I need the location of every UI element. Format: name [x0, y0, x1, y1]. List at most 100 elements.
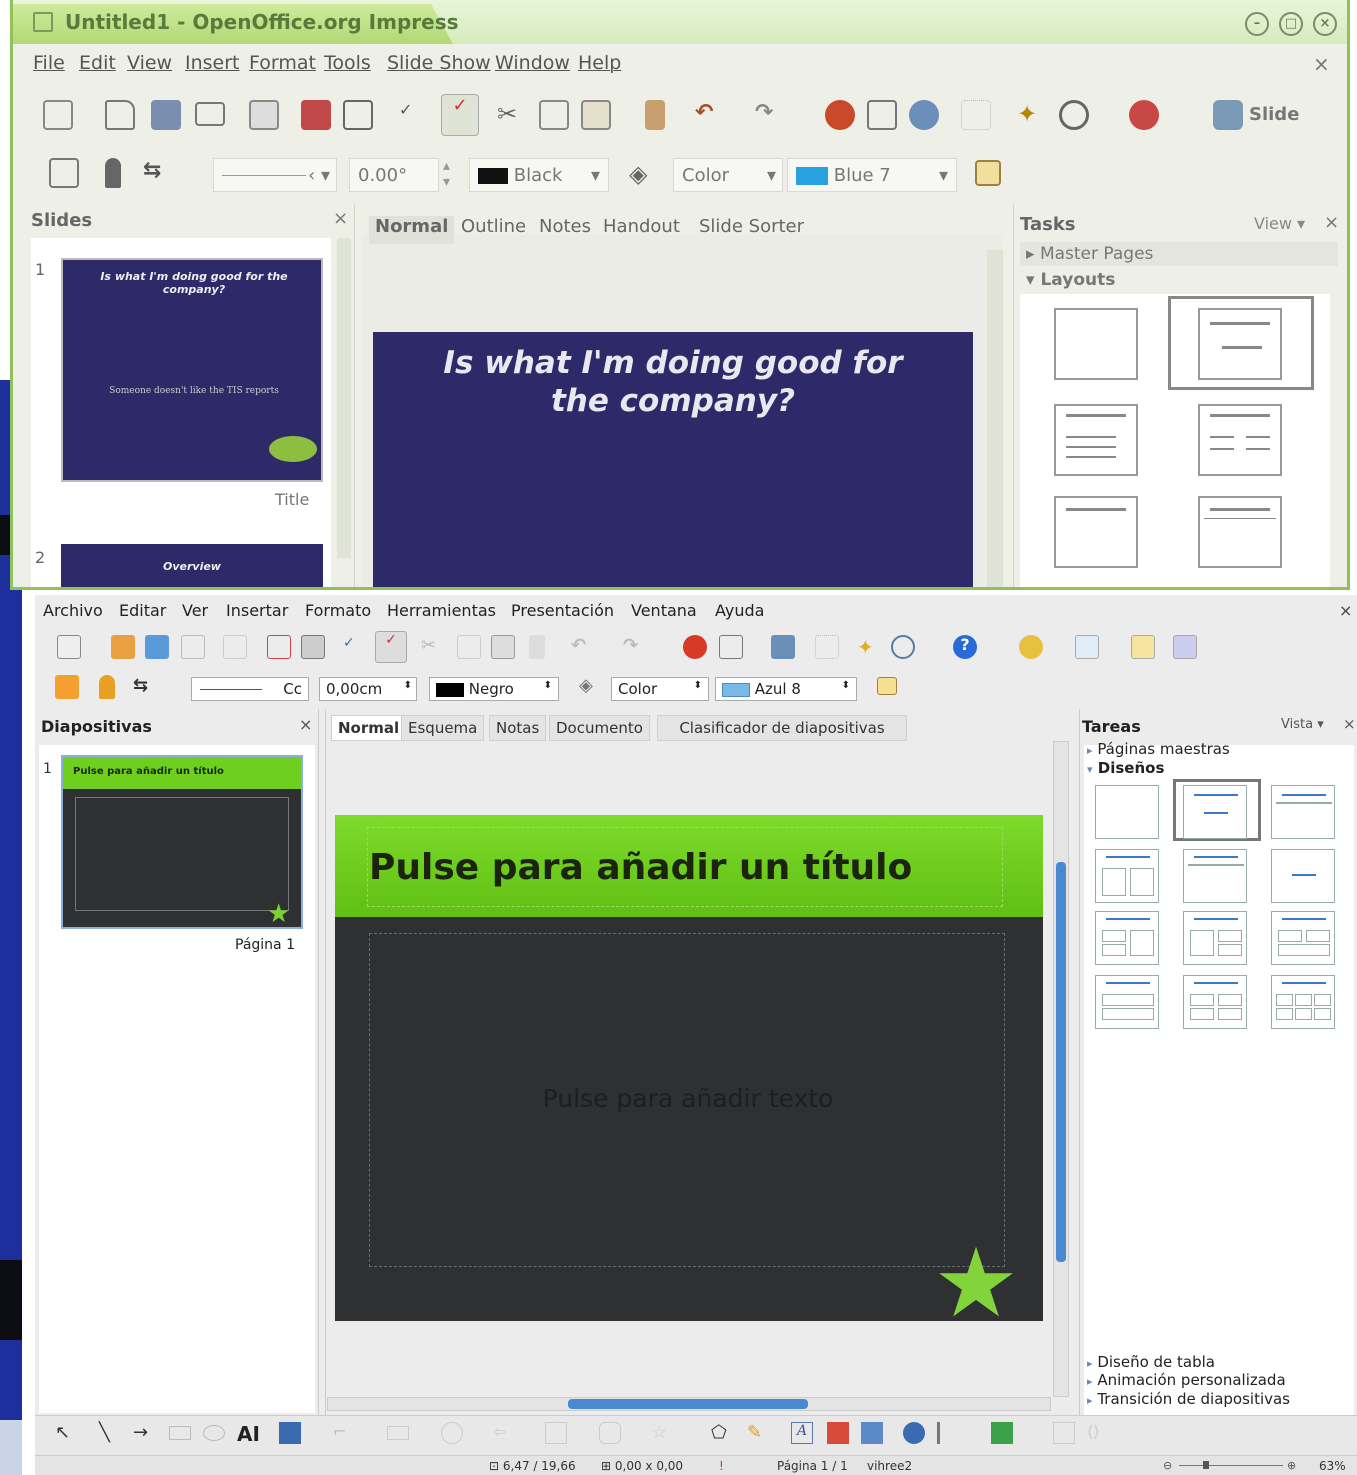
tab-normal[interactable]: Normal [331, 715, 407, 741]
slide-title[interactable]: Is what I'm doing good for the company? [413, 344, 933, 420]
help-icon[interactable] [1129, 100, 1159, 130]
area-style-dropdown[interactable]: Color ▾ [673, 158, 783, 192]
arrow-style-icon[interactable]: ⇆ [143, 158, 173, 188]
menu-presentacion[interactable]: Presentación [511, 601, 614, 620]
close-tasks-panel-icon[interactable]: × [1343, 715, 1356, 733]
edit-file-icon[interactable] [223, 635, 247, 659]
glue-points-icon[interactable]: ✎ [747, 1422, 769, 1444]
layout-blank[interactable] [1095, 785, 1159, 839]
copy-icon[interactable] [539, 100, 569, 130]
zoom-slider[interactable]: ⊖ ⊕ [1163, 1459, 1303, 1472]
layout-title-list[interactable] [1054, 404, 1138, 476]
layout-title-content[interactable] [1198, 308, 1282, 380]
email-icon[interactable] [195, 102, 225, 126]
close-slides-panel-icon[interactable]: × [299, 715, 312, 734]
table-icon[interactable] [867, 100, 897, 130]
tasks-view-menu[interactable]: View ▾ [1254, 214, 1305, 233]
menu-window[interactable]: Window [495, 52, 570, 74]
menu-insertar[interactable]: Insertar [226, 601, 288, 620]
width-field[interactable]: 0,00cm ⬍ [319, 677, 417, 701]
arrow-tool-icon[interactable]: → [133, 1422, 155, 1444]
tab-handout[interactable]: Handout [597, 216, 686, 244]
tasks-view-menu[interactable]: Vista ▾ [1281, 717, 1324, 732]
autospellcheck-icon[interactable]: ✓ [441, 94, 479, 136]
redo-icon[interactable]: ↷ [755, 100, 785, 130]
slide-canvas[interactable]: Is what I'm doing good for the company? [373, 332, 973, 587]
task-animacion[interactable]: ▸ Animación personalizada [1087, 1371, 1286, 1389]
chart-icon[interactable] [825, 100, 855, 130]
menu-view[interactable]: View [127, 52, 172, 74]
menu-herramientas[interactable]: Herramientas [387, 601, 496, 620]
layout-title-only[interactable] [1054, 496, 1138, 568]
layout-two-columns[interactable] [1198, 404, 1282, 476]
autospellcheck-icon[interactable]: ✓ [375, 631, 407, 663]
menu-file[interactable]: File [33, 52, 65, 74]
toggle-icon[interactable]: ⟨⟩ [1087, 1422, 1109, 1444]
line-filling-icon[interactable] [55, 675, 79, 699]
task-diseno-tabla[interactable]: ▸ Diseño de tabla [1087, 1353, 1215, 1371]
slide-canvas[interactable]: Pulse para añadir un título Pulse para a… [335, 815, 1043, 1331]
slide-text-placeholder[interactable]: Pulse para añadir texto [370, 1084, 1006, 1113]
extrusion-icon[interactable] [903, 1422, 925, 1444]
cut-icon[interactable]: ✂ [497, 100, 527, 130]
help-icon[interactable]: ? [953, 635, 977, 659]
tab-notas[interactable]: Notas [489, 715, 547, 741]
points-icon[interactable]: ⬠ [711, 1422, 733, 1444]
insert-image-icon[interactable] [827, 1422, 849, 1444]
line-color-dropdown[interactable]: Black ▾ [469, 158, 609, 192]
menu-help[interactable]: Help [578, 52, 621, 74]
group-icon[interactable] [1053, 1422, 1075, 1444]
text-tool-icon[interactable]: AI [237, 1422, 260, 1446]
print-icon[interactable] [301, 635, 325, 659]
slide-icon[interactable] [1213, 100, 1243, 130]
layout-centered-text[interactable] [1271, 849, 1335, 903]
arrow-style-icon[interactable]: ⇆ [133, 675, 157, 699]
shadow-icon[interactable] [877, 677, 897, 695]
minimize-button[interactable]: – [1245, 12, 1269, 36]
layout-centered[interactable] [1198, 496, 1282, 568]
menu-editar[interactable]: Editar [119, 601, 166, 620]
copy-icon[interactable] [457, 635, 481, 659]
slide-title-placeholder[interactable]: Pulse para añadir un título [369, 847, 912, 888]
tab-notes[interactable]: Notes [533, 216, 597, 244]
navigator-icon[interactable] [771, 635, 795, 659]
close-slides-panel-icon[interactable]: × [333, 208, 348, 229]
task-master-pages[interactable]: ▸ Master Pages [1020, 242, 1338, 266]
zoom-icon[interactable] [891, 635, 915, 659]
gallery-icon[interactable]: ✦ [1017, 100, 1047, 130]
paste-icon[interactable] [491, 635, 515, 659]
line-tool-icon[interactable]: ╲ [99, 1422, 121, 1444]
grid-icon[interactable] [961, 100, 991, 130]
slide-thumbnail-1[interactable]: Pulse para añadir un título ★ [61, 755, 303, 929]
layout-two-content[interactable] [1095, 849, 1159, 903]
tab-normal[interactable]: Normal [369, 216, 455, 244]
email-icon[interactable] [181, 635, 205, 659]
area-style-icon[interactable]: ◈ [579, 675, 603, 699]
open-icon[interactable] [111, 635, 135, 659]
callouts-icon[interactable] [599, 1422, 621, 1444]
open-icon[interactable] [105, 100, 135, 130]
navigator-icon[interactable] [909, 100, 939, 130]
line-style-dropdown[interactable]: Cc [191, 677, 309, 701]
undo-icon[interactable]: ↶ [695, 100, 725, 130]
layout-title-4content[interactable] [1183, 975, 1247, 1029]
fontwork-icon[interactable] [279, 1422, 301, 1444]
menu-ventana[interactable]: Ventana [631, 601, 697, 620]
redo-icon[interactable]: ↷ [623, 635, 647, 659]
tab-clasificador[interactable]: Clasificador de diapositivas [657, 715, 907, 741]
shadow-icon[interactable] [975, 160, 1001, 186]
area-style-icon[interactable]: ◈ [629, 160, 659, 190]
spellcheck-icon[interactable]: ✓ [399, 100, 429, 130]
edit-file-icon[interactable] [249, 100, 279, 130]
menu-ver[interactable]: Ver [182, 601, 208, 620]
menu-formato[interactable]: Formato [305, 601, 371, 620]
line-color-dropdown[interactable]: Negro ⬍ [429, 677, 559, 701]
flowchart-icon[interactable] [545, 1422, 567, 1444]
vertical-scrollbar[interactable] [1053, 741, 1069, 1397]
gallery-icon[interactable]: ✦ [857, 635, 881, 659]
tab-slide-sorter[interactable]: Slide Sorter [693, 216, 810, 244]
layout-title-2content-3[interactable] [1271, 911, 1335, 965]
task-layouts[interactable]: ▾ Layouts [1020, 268, 1338, 292]
print-icon[interactable] [343, 100, 373, 130]
layout-title-6content[interactable] [1271, 975, 1335, 1029]
